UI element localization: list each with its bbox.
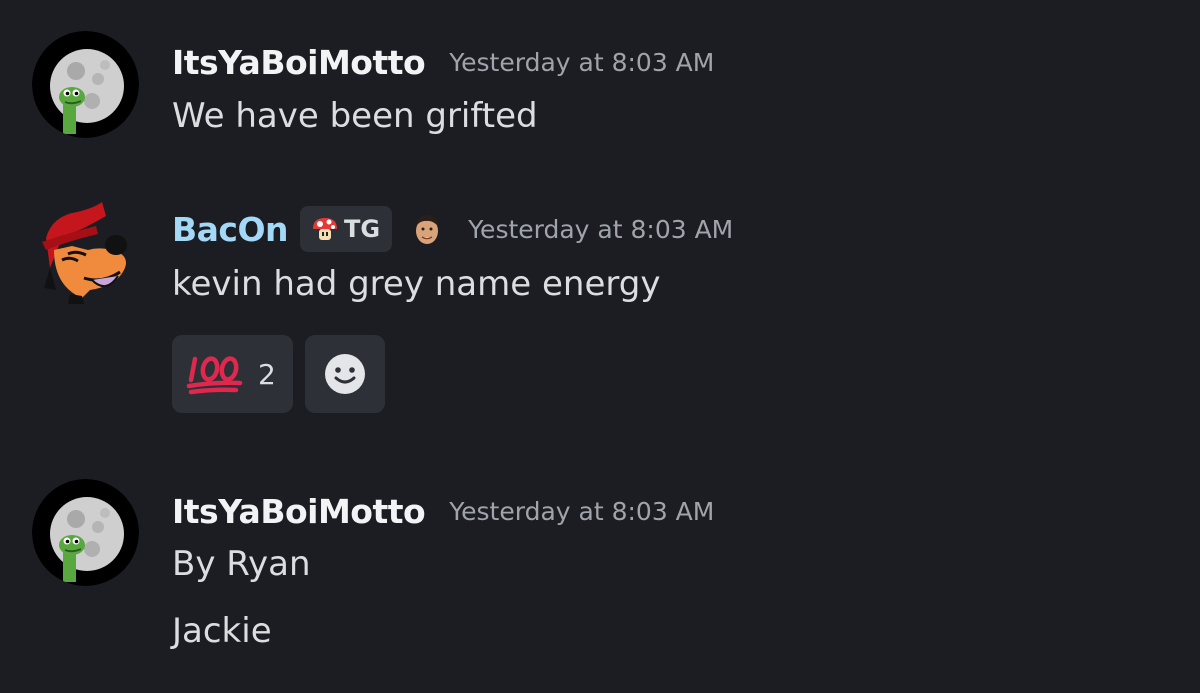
message-text: kevin had grey name energy	[172, 264, 661, 304]
chat-area: ItsYaBoiMotto Yesterday at 8:03 AM We ha…	[0, 0, 1200, 693]
message-header: ItsYaBoiMotto Yesterday at 8:03 AM	[172, 40, 714, 84]
username[interactable]: BacOn	[172, 210, 289, 249]
smiley-add-reaction-icon	[325, 354, 365, 394]
reaction-count: 2	[258, 357, 276, 391]
reaction-hundred[interactable]: 2	[172, 335, 293, 413]
goofy-avatar-icon	[32, 198, 139, 305]
role-icon[interactable]	[410, 212, 445, 246]
face-role-icon	[410, 212, 445, 246]
message-text: We have been grifted	[172, 96, 538, 136]
hundred-points-icon	[186, 356, 243, 395]
avatar[interactable]	[32, 31, 139, 138]
username[interactable]: ItsYaBoiMotto	[172, 492, 426, 531]
message-text: By Ryan	[172, 544, 311, 584]
add-reaction-button[interactable]	[305, 335, 385, 413]
moon-avatar-icon	[32, 31, 139, 138]
username[interactable]: ItsYaBoiMotto	[172, 43, 426, 82]
server-tag[interactable]: TG	[300, 206, 393, 252]
timestamp: Yesterday at 8:03 AM	[449, 47, 715, 77]
tag-label: TG	[344, 215, 381, 243]
message-header: ItsYaBoiMotto Yesterday at 8:03 AM	[172, 489, 714, 533]
timestamp: Yesterday at 8:03 AM	[449, 496, 715, 526]
moon-avatar-icon	[32, 479, 139, 586]
avatar[interactable]	[32, 479, 139, 586]
mushroom-icon	[313, 218, 338, 240]
timestamp: Yesterday at 8:03 AM	[468, 214, 734, 244]
message-text: Jackie	[172, 611, 272, 651]
avatar[interactable]	[32, 198, 139, 305]
reactions-bar: 2	[172, 335, 385, 413]
message-header: BacOn TG Yesterday at 8:03 AM	[172, 206, 734, 252]
